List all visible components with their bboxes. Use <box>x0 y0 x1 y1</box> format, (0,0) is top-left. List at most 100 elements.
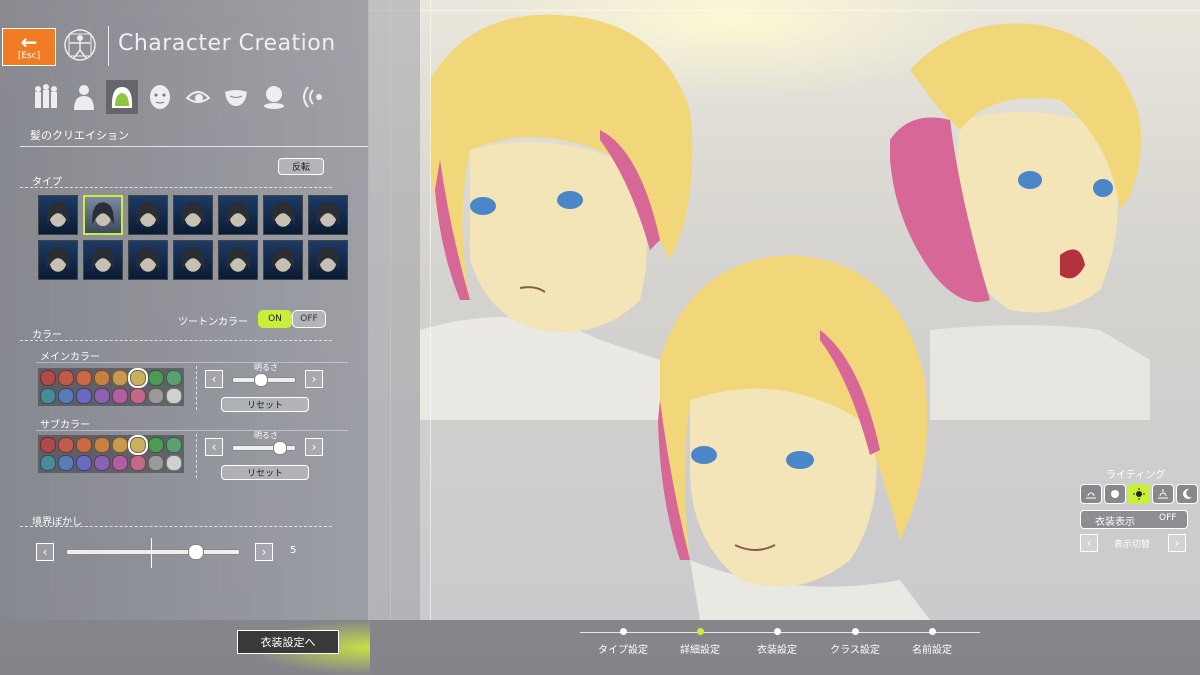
chevron-left-icon: ‹ <box>211 372 217 386</box>
lighting-noon-button[interactable] <box>1128 484 1150 504</box>
color-swatch[interactable] <box>76 455 92 471</box>
color-divider <box>20 340 332 341</box>
tab-face[interactable] <box>144 80 176 114</box>
color-swatch[interactable] <box>128 368 148 388</box>
color-swatch[interactable] <box>76 437 92 453</box>
color-swatch[interactable] <box>112 370 128 386</box>
color-swatch[interactable] <box>94 437 110 453</box>
type-label: タイプ <box>32 177 62 188</box>
color-swatch[interactable] <box>130 388 146 404</box>
main-brightness-knob[interactable] <box>253 373 268 387</box>
back-button[interactable]: ← [Esc] <box>2 28 56 66</box>
main-brightness-next-button[interactable]: › <box>305 370 323 388</box>
main-brightness-prev-button[interactable]: ‹ <box>205 370 223 388</box>
hair-type-option[interactable] <box>263 240 303 280</box>
tab-makeup[interactable] <box>258 80 290 114</box>
chevron-right-icon: › <box>311 372 317 386</box>
tab-hair[interactable] <box>106 80 138 114</box>
two-tone-on-button[interactable]: ON <box>258 310 292 328</box>
tab-voice[interactable] <box>296 80 328 114</box>
boundary-blur-knob[interactable] <box>188 544 204 560</box>
color-swatch[interactable] <box>166 455 182 471</box>
display-switch-prev-button[interactable]: ‹ <box>1080 534 1098 552</box>
color-swatch[interactable] <box>76 388 92 404</box>
mouth-icon <box>225 90 247 106</box>
blur-prev-button[interactable]: ‹ <box>36 543 54 561</box>
color-swatch[interactable] <box>58 437 74 453</box>
blur-next-button[interactable]: › <box>255 543 273 561</box>
main-reset-button[interactable]: リセット <box>221 397 309 412</box>
color-swatch[interactable] <box>166 437 182 453</box>
arrow-left-icon: ← <box>20 30 38 54</box>
tab-eyes[interactable] <box>182 80 214 114</box>
blur-divider <box>20 526 332 527</box>
color-swatch[interactable] <box>128 435 148 455</box>
hair-type-option[interactable] <box>128 240 168 280</box>
color-swatch[interactable] <box>58 370 74 386</box>
tab-mouth[interactable] <box>220 80 252 114</box>
to-outfit-button[interactable]: 衣装設定へ <box>237 630 339 654</box>
lighting-night-button[interactable] <box>1176 484 1198 504</box>
hair-type-option[interactable] <box>308 195 348 235</box>
boundary-blur-slider[interactable] <box>66 549 240 555</box>
sub-brightness-prev-button[interactable]: ‹ <box>205 438 223 456</box>
hair-type-option[interactable] <box>128 195 168 235</box>
color-swatch[interactable] <box>40 388 56 404</box>
chevron-right-icon: › <box>1174 536 1180 550</box>
color-swatch[interactable] <box>148 455 164 471</box>
color-swatch[interactable] <box>166 370 182 386</box>
hair-type-option[interactable] <box>83 240 123 280</box>
hair-thumbnail-icon <box>91 246 115 272</box>
color-swatch[interactable] <box>40 437 56 453</box>
hair-type-grid <box>38 195 348 280</box>
tab-body[interactable] <box>68 80 100 114</box>
color-swatch[interactable] <box>58 388 74 404</box>
boundary-blur-value: 5 <box>290 545 297 556</box>
sub-reset-button[interactable]: リセット <box>221 465 309 480</box>
color-swatch[interactable] <box>40 455 56 471</box>
color-swatch[interactable] <box>112 388 128 404</box>
hair-type-option[interactable] <box>38 195 78 235</box>
hair-type-option[interactable] <box>38 240 78 280</box>
sub-color-label: サブカラー <box>40 420 90 431</box>
color-swatch[interactable] <box>148 388 164 404</box>
color-swatch[interactable] <box>40 370 56 386</box>
color-swatch[interactable] <box>58 455 74 471</box>
hair-type-option[interactable] <box>218 240 258 280</box>
color-swatch[interactable] <box>130 455 146 471</box>
two-tone-off-button[interactable]: OFF <box>292 310 326 328</box>
hair-type-option[interactable] <box>218 195 258 235</box>
hair-type-option[interactable] <box>83 195 123 235</box>
lighting-morning-button[interactable] <box>1080 484 1102 504</box>
lighting-day-button[interactable] <box>1104 484 1126 504</box>
tab-body-parts[interactable] <box>30 80 62 114</box>
body-parts-icon <box>35 84 57 108</box>
display-switch-next-button[interactable]: › <box>1168 534 1186 552</box>
step-type: タイプ設定 <box>583 628 663 656</box>
step-detail: 詳細設定 <box>660 628 740 656</box>
color-swatch[interactable] <box>112 437 128 453</box>
color-swatch[interactable] <box>94 370 110 386</box>
hair-thumbnail-icon <box>181 246 205 272</box>
color-swatch[interactable] <box>94 388 110 404</box>
hair-type-option[interactable] <box>263 195 303 235</box>
lighting-evening-button[interactable] <box>1152 484 1174 504</box>
sun-circle-icon <box>1111 490 1119 498</box>
sub-brightness-knob[interactable] <box>272 441 287 455</box>
chevron-left-icon: ‹ <box>1086 536 1092 550</box>
color-swatch[interactable] <box>112 455 128 471</box>
hair-type-option[interactable] <box>173 195 213 235</box>
color-swatch[interactable] <box>148 437 164 453</box>
hair-thumbnail-icon <box>316 201 340 227</box>
color-swatch[interactable] <box>76 370 92 386</box>
color-swatch[interactable] <box>94 455 110 471</box>
hair-type-option[interactable] <box>308 240 348 280</box>
color-swatch[interactable] <box>166 388 182 404</box>
outfit-display-toggle[interactable]: 衣装表示 OFF <box>1080 510 1188 529</box>
flip-button[interactable]: 反転 <box>278 158 324 175</box>
main-color-palette <box>38 368 184 406</box>
chevron-right-icon: › <box>311 440 317 454</box>
hair-type-option[interactable] <box>173 240 213 280</box>
color-swatch[interactable] <box>148 370 164 386</box>
sub-brightness-next-button[interactable]: › <box>305 438 323 456</box>
